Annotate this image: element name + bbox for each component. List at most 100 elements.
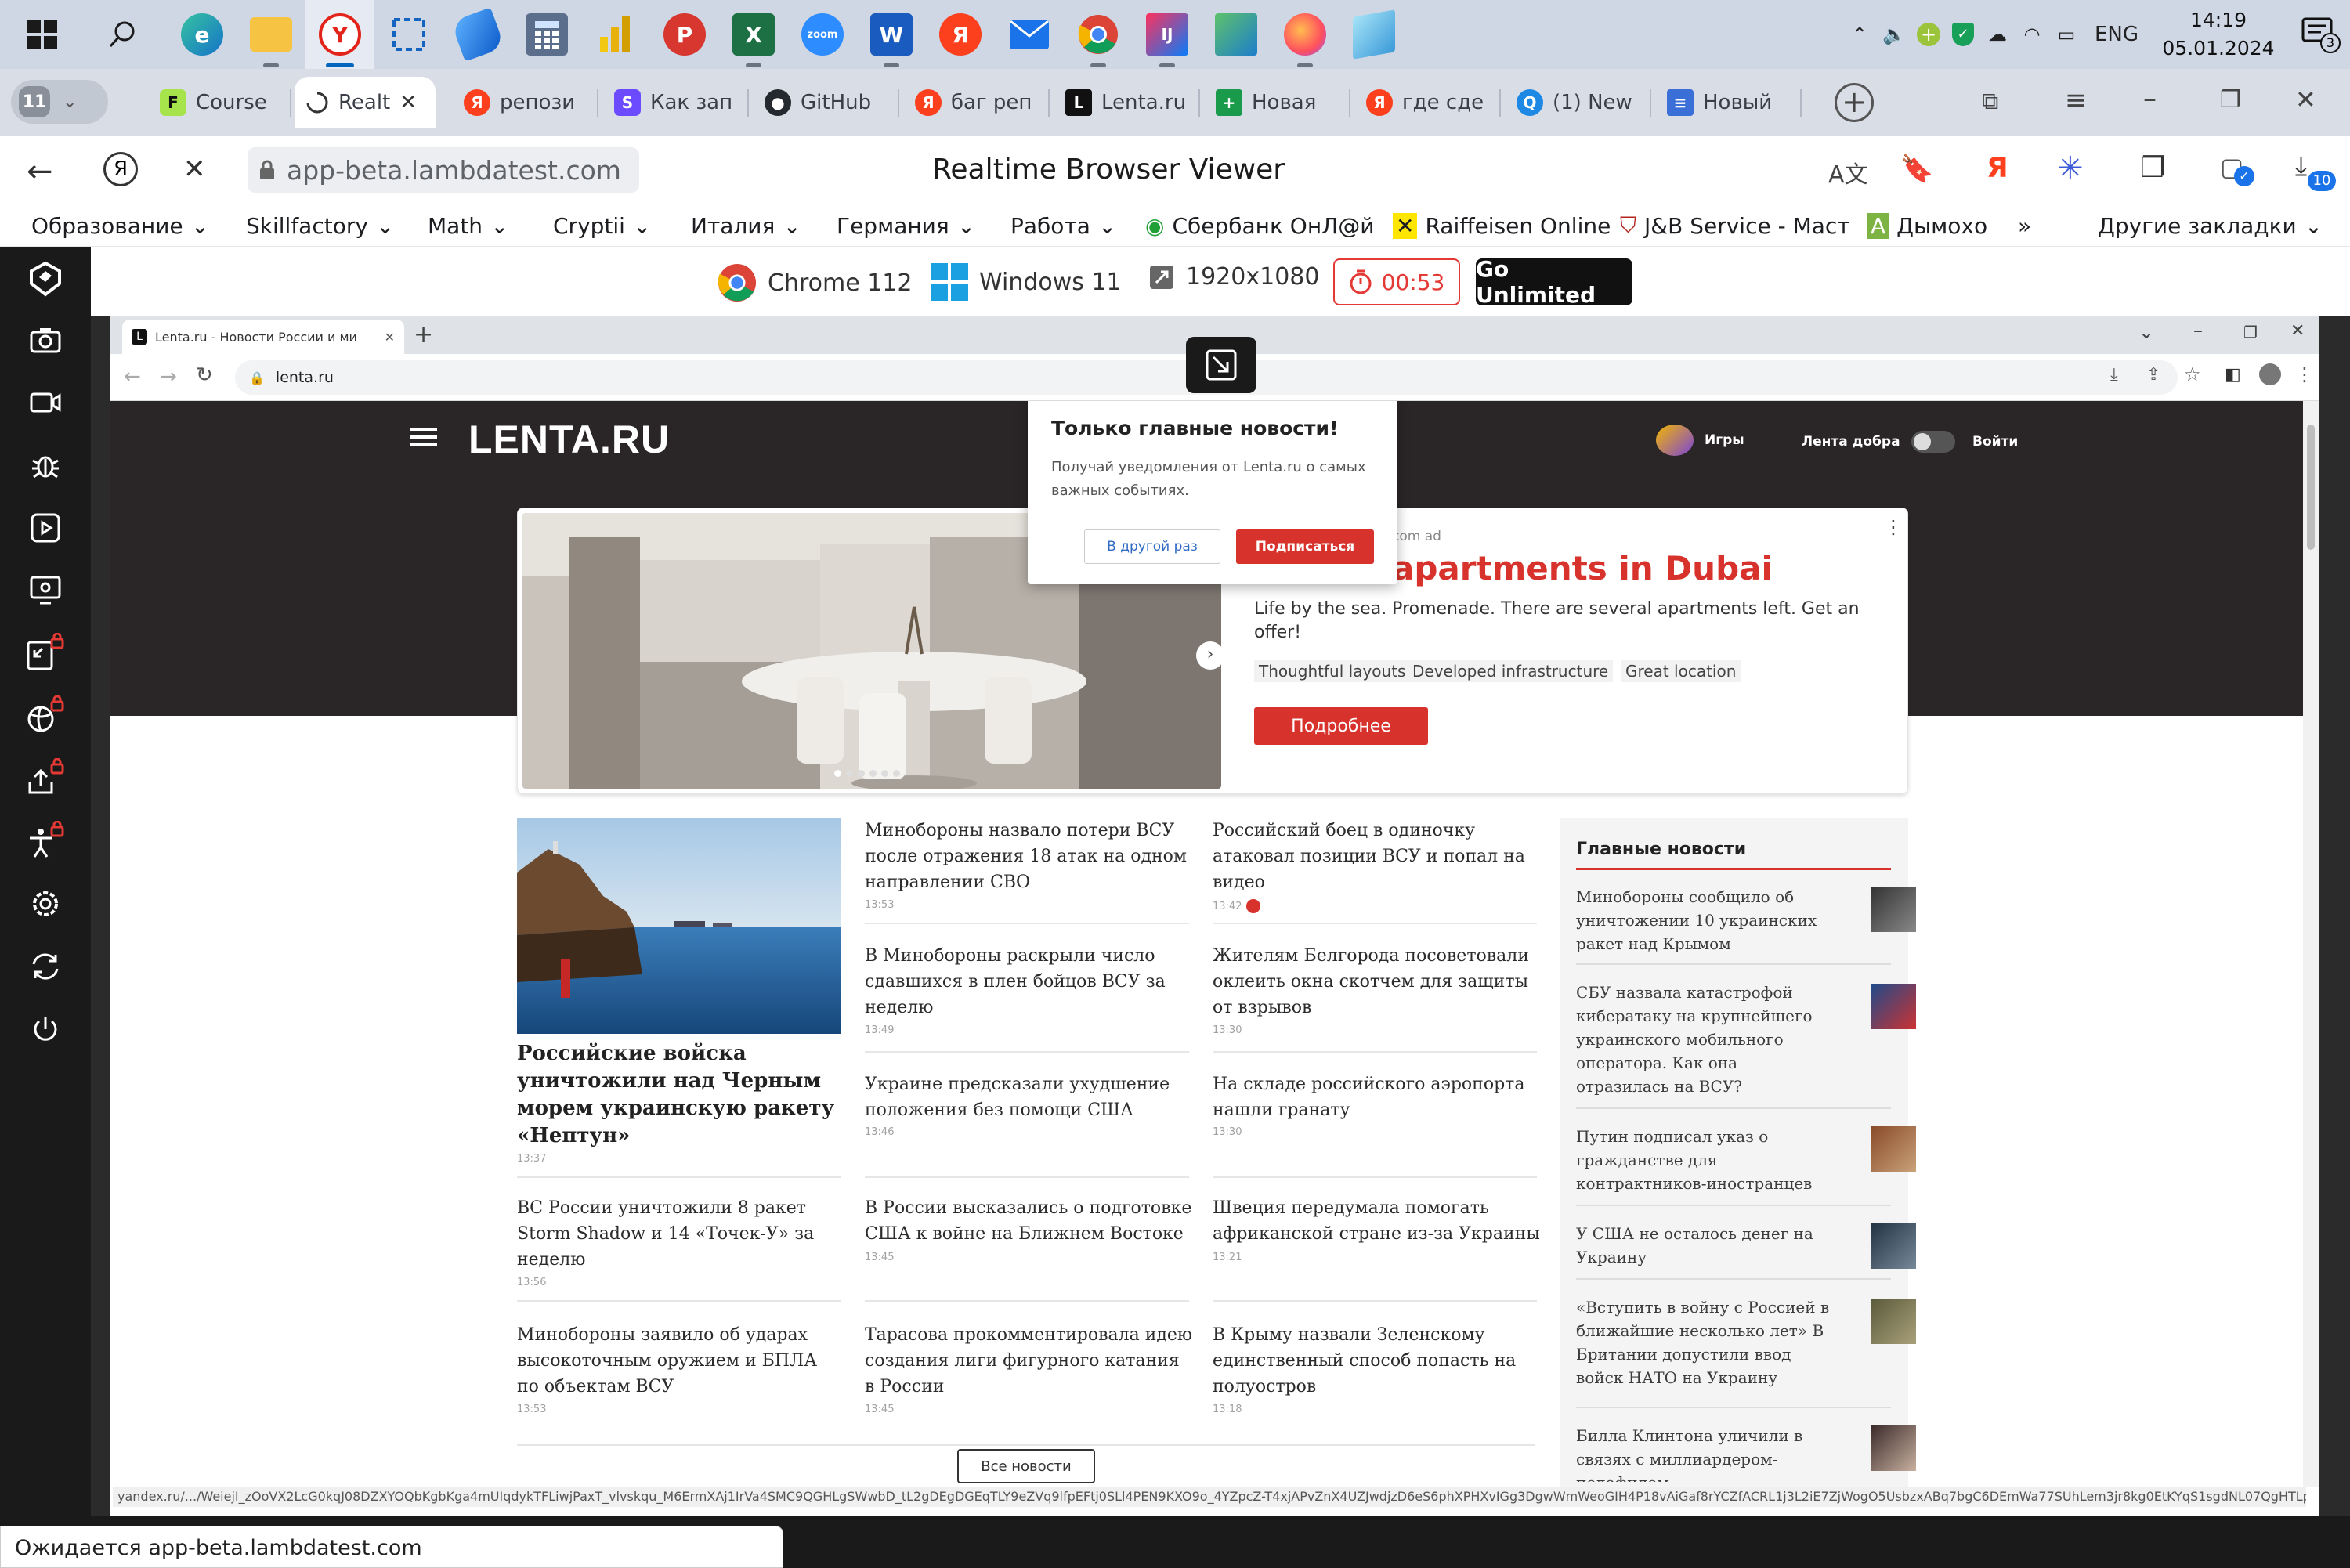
good-feed-toggle[interactable]: Лента добра [1802,431,1955,453]
replay-video-icon[interactable] [24,506,67,550]
yandex-browser-icon[interactable]: Y [306,0,374,69]
clock[interactable]: 14:19 05.01.2024 [2149,6,2287,63]
ad-more-icon[interactable]: ⋮ [1884,516,1903,538]
carousel-next-arrow-icon[interactable]: › [1196,641,1224,670]
bookmark-jb-service[interactable]: ⛉ J&B Service - Маст [1620,210,1855,241]
bookmark-icon[interactable]: 🔖 [1900,154,1933,185]
power-icon[interactable] [24,1007,67,1051]
minimize-icon[interactable]: – [2143,83,2157,114]
cloud-icon[interactable]: ☁ [1980,0,2015,69]
top-news-thumb[interactable] [1871,1223,1916,1269]
close-icon[interactable]: ✕ [400,91,417,114]
tab-course[interactable]: F Course [149,77,291,128]
bookmark-raiffeisen[interactable]: ✕ Raiffeisen Online [1393,210,1611,241]
upload-locked-icon[interactable] [24,757,67,800]
snipping-tool-icon[interactable] [374,0,443,69]
chrome-icon[interactable] [1064,0,1133,69]
top-news-thumb[interactable] [1871,1425,1916,1471]
news-item[interactable]: Швеция передумала помогать африканской с… [1213,1195,1542,1247]
news-item[interactable]: В Крыму назвали Зеленскому единственный … [1213,1322,1542,1400]
ad-cta-button[interactable]: Подробнее [1254,707,1428,745]
wifi-icon[interactable]: ◠ [2015,0,2049,69]
scrollbar-thumb[interactable] [2307,425,2315,550]
menu-icon[interactable]: ≡ [2065,85,2088,116]
power-bi-icon[interactable] [581,0,650,69]
tab-kak-zap[interactable]: S Как зап [603,77,749,128]
word-icon[interactable]: W [857,0,926,69]
tab-lenta[interactable]: L Lenta.ru [1054,77,1200,128]
bookmark-folder-germaniya[interactable]: Германия ⌄ [837,210,975,241]
bookmark-folder-italiya[interactable]: Италия ⌄ [691,210,801,241]
tray-plus-icon[interactable]: + [1911,0,1946,69]
bookmark-folder-obrazovanie[interactable]: Образование ⌄ [31,210,209,241]
tab-counter-button[interactable]: 11 ⌄ [11,80,108,124]
language-indicator[interactable]: ENG [2084,0,2149,69]
back-arrow-icon[interactable]: ← [27,154,53,190]
share-icon[interactable]: ⇪ [2146,365,2160,385]
tab-github[interactable]: ● GitHub [754,77,899,128]
news-item[interactable]: ВС России уничтожили 8 ракет Storm Shado… [517,1195,838,1273]
window-close-icon[interactable]: ✕ [2295,85,2316,114]
tab-novaya[interactable]: + Новая [1205,77,1350,128]
top-news-item[interactable]: «Вступить в войну с Россией в ближайшие … [1576,1295,1835,1389]
yandex-y-icon[interactable]: Я [103,152,138,186]
top-news-item[interactable]: Минобороны сообщило об уничтожении 10 ук… [1576,885,1835,956]
minimize-icon[interactable]: – [2193,320,2203,341]
bookmark-folder-skillfactory[interactable]: Skillfactory ⌄ [246,210,394,241]
news-item[interactable]: На складе российского аэропорта нашли гр… [1213,1071,1542,1123]
resolution[interactable]: 1920x1080 [1148,263,1319,291]
bookmark-dymoho[interactable]: A Дымохо [1867,210,1998,241]
bookmark-folder-math[interactable]: Math ⌄ [428,210,509,241]
news-item[interactable]: Минобороны заявило об ударах высокоточны… [517,1322,838,1400]
window-close-icon[interactable]: ✕ [2290,321,2305,341]
main-news-image[interactable] [517,818,841,1034]
restore-icon[interactable]: ❐ [2220,86,2241,114]
go-unlimited-button[interactable]: Go Unlimited [1476,256,1632,308]
hamburger-menu-icon[interactable] [410,428,437,446]
extension-star-icon[interactable]: ✳ [2057,150,2084,186]
install-icon[interactable]: ⤓ [2110,365,2118,385]
remote-tab-lenta[interactable]: L Lenta.ru - Новости России и ми ✕ [122,320,404,354]
forward-arrow-icon[interactable]: → [160,365,177,388]
news-item[interactable]: В Минобороны раскрыли число сдавшихся в … [865,943,1194,1021]
file-explorer-icon[interactable] [237,0,306,69]
bookmark-folder-cryptii[interactable]: Cryptii ⌄ [553,210,651,241]
top-news-thumb[interactable] [1871,984,1916,1029]
skype-icon[interactable] [443,0,512,69]
login-link[interactable]: Войти [1972,434,2018,450]
other-bookmarks-folder[interactable]: Другие закладки ⌄ [2098,210,2323,241]
tab-new[interactable]: Q (1) New [1506,77,1651,128]
image-app-icon[interactable] [1202,0,1271,69]
bug-icon[interactable] [24,443,67,487]
remote-new-tab-button[interactable]: + [414,321,433,349]
tab-bag-rep[interactable]: Я баг реп [904,77,1050,128]
restore-icon[interactable]: ❐ [2243,323,2258,341]
games-link[interactable]: Игры [1656,425,1744,456]
carousel-dots[interactable] [834,770,900,777]
intellij-icon[interactable]: IJ [1133,0,1202,69]
top-news-item[interactable]: У США не осталось денег на Украину [1576,1222,1835,1269]
bookmark-folder-rabota[interactable]: Работа ⌄ [1010,210,1116,241]
p-app-icon[interactable]: P [650,0,719,69]
resize-locked-icon[interactable] [24,631,67,675]
news-item[interactable]: Российский боец в одиночку атаковал пози… [1213,818,1542,895]
lambdatest-fullscreen-toggle[interactable] [1186,337,1256,393]
remote-scrollbar[interactable] [2303,401,2319,1487]
battery-icon[interactable]: ▭ [2049,0,2084,69]
top-news-thumb[interactable] [1871,887,1916,932]
video-record-icon[interactable] [24,381,67,425]
os-version[interactable]: Windows 11 [931,263,1122,301]
lenta-logo[interactable]: LENTA.RU [468,417,670,462]
volume-icon[interactable]: 🔈 [1877,0,1911,69]
bookmark-sberbank[interactable]: ◉ Сбербанк ОнЛ@й [1145,210,1388,241]
tab-yandex-repo[interactable]: Я репози [453,77,598,128]
extension-check-icon[interactable]: ▢ ✓ [2220,152,2254,186]
news-item[interactable]: Жителям Белгорода посоветовали оклеить о… [1213,943,1542,1021]
yandex-alice-icon[interactable]: Я [1987,152,2008,184]
notepad-icon[interactable] [1340,0,1408,69]
reload-icon[interactable]: ↻ [196,363,213,387]
news-item[interactable]: В России высказались о подготовке США к … [865,1195,1194,1247]
top-news-thumb[interactable] [1871,1299,1916,1344]
chevron-up-icon[interactable]: ⌃ [1842,0,1877,69]
translate-icon[interactable]: A文 [1828,155,1868,190]
